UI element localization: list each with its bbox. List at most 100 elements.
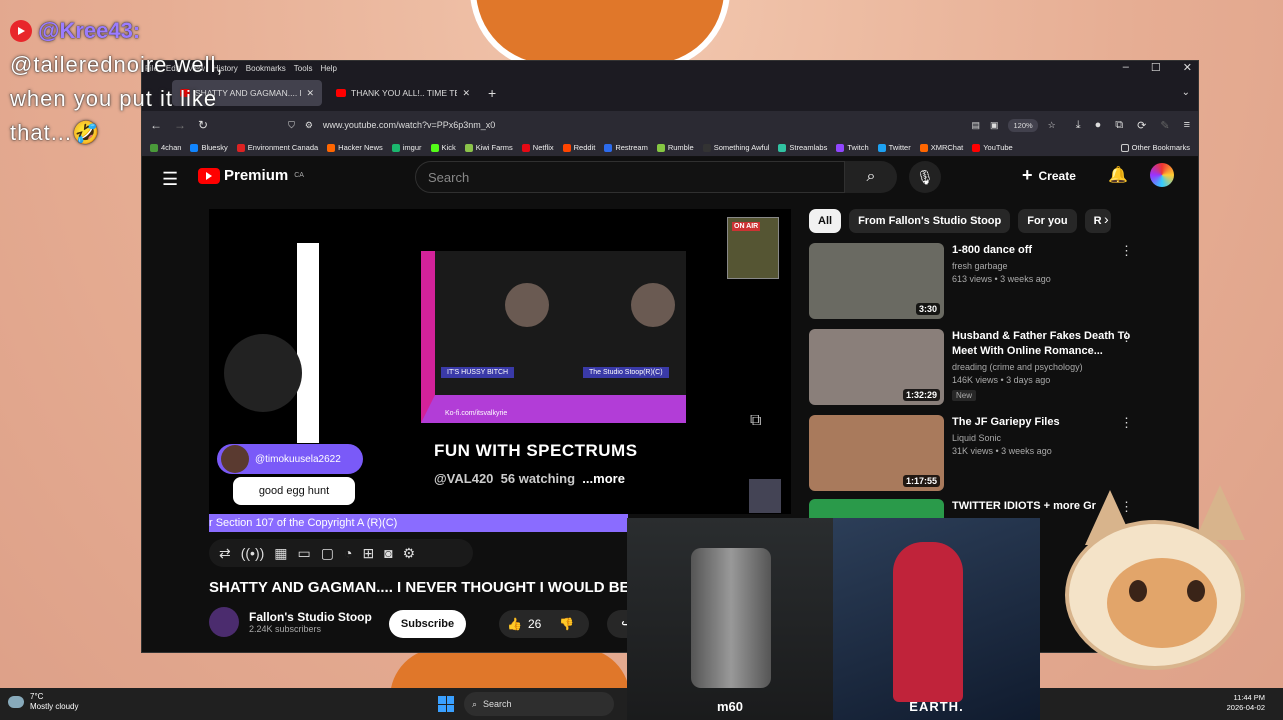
other-bookmarks[interactable]: Other Bookmarks — [1120, 143, 1190, 152]
more-options-icon[interactable]: ⋮ — [1120, 243, 1133, 259]
chip-for-you[interactable]: For you — [1018, 209, 1077, 233]
menu-tools[interactable]: Tools — [294, 64, 313, 73]
bookmark-item[interactable]: Kick — [430, 143, 456, 152]
bookmark-item[interactable]: Twitter — [877, 143, 911, 152]
chevron-down-icon[interactable]: ⌄ — [1182, 87, 1190, 98]
figure-image — [893, 542, 963, 702]
avatar[interactable] — [1150, 163, 1174, 187]
bookmark-item[interactable]: XMRChat — [919, 143, 963, 152]
video-graphic — [749, 479, 781, 513]
star-icon[interactable]: ☆ — [1048, 120, 1056, 131]
new-tab-button[interactable]: + — [488, 85, 496, 101]
trash-can-image — [691, 548, 771, 688]
pen-icon[interactable]: ✎ — [1160, 119, 1169, 132]
menu-icon[interactable]: ≡ — [1184, 119, 1190, 132]
video-player[interactable]: IT'S HUSSY BITCH The Studio Stoop(R)(C) … — [209, 209, 791, 514]
recommendation-title[interactable]: Husband & Father Fakes Death To Meet Wit… — [952, 329, 1139, 359]
menu-bookmarks[interactable]: Bookmarks — [246, 64, 286, 73]
more-options-icon[interactable]: ⋮ — [1120, 415, 1133, 431]
thumbs-up-icon[interactable]: 👍 — [507, 617, 522, 631]
permissions-icon[interactable]: ⚙ — [305, 120, 313, 131]
video-thumbnail[interactable]: 1:32:29 — [809, 329, 944, 405]
recommendation-item[interactable]: 1:32:29 Husband & Father Fakes Death To M… — [809, 329, 1139, 409]
url-text[interactable]: www.youtube.com/watch?v=PPx6p3nm_x0 — [323, 120, 962, 130]
create-button[interactable]: + Create — [1022, 165, 1076, 186]
channel-name[interactable]: Fallon's Studio Stoop — [249, 610, 372, 624]
search-input[interactable]: Search — [415, 161, 845, 193]
weather-widget[interactable]: 7°C Mostly cloudy — [8, 692, 78, 712]
channel-avatar[interactable] — [209, 607, 239, 637]
video-thumbnail[interactable]: 1:17:55 — [809, 415, 944, 491]
youtube-icon — [336, 89, 346, 97]
more-options-icon[interactable]: ⋮ — [1120, 329, 1133, 345]
extension-icon[interactable]: ● — [1095, 119, 1102, 132]
tab-title: THANK YOU ALL!.. TIME TELLS — [351, 88, 457, 98]
bookmark-item[interactable]: Netflix — [521, 143, 554, 152]
zoom-level[interactable]: 120% — [1008, 118, 1038, 132]
picture-in-picture-icon[interactable]: ⧉ — [750, 412, 761, 430]
recommendation-title[interactable]: The JF Gariepy Files — [952, 415, 1139, 430]
bookmark-item[interactable]: Reddit — [562, 143, 595, 152]
thumbs-down-icon[interactable]: 👎 — [559, 617, 574, 631]
search-icon[interactable]: ⌕ — [845, 161, 897, 193]
shield-icon[interactable]: ⛉ — [288, 120, 295, 131]
camera-icon[interactable]: ◙ — [384, 545, 392, 561]
address-bar[interactable]: ⛉ ⚙ www.youtube.com/watch?v=PPx6p3nm_x0 … — [280, 114, 1064, 136]
bookmark-item[interactable]: Streamlabs — [778, 143, 827, 152]
webcam-panel-right: EARTH. — [833, 518, 1040, 720]
video-thumbnail[interactable]: 3:30 — [809, 243, 944, 319]
frame-icon[interactable]: ▢ — [321, 545, 334, 562]
add-to-queue-icon[interactable]: ⊞ — [362, 545, 374, 562]
clapper-icon[interactable]: ▭ — [298, 545, 311, 562]
broadcast-icon[interactable]: ((•)) — [241, 545, 265, 561]
recommendation-channel[interactable]: fresh garbage — [952, 261, 1139, 271]
channel-handle: @VAL420 — [434, 471, 494, 486]
gear-icon[interactable]: ⚙ — [403, 545, 416, 562]
player-controls: ⇄ ((•)) ▦ ▭ ▢ ◔ ⊞ ◙ ⚙ — [209, 539, 473, 567]
recommendation-channel[interactable]: dreading (crime and psychology) — [952, 362, 1139, 372]
chip-all[interactable]: All — [809, 209, 842, 233]
subscribe-button[interactable]: Subscribe — [389, 610, 466, 638]
chevron-right-icon[interactable]: › — [1104, 211, 1109, 227]
bookmark-item[interactable]: imgur — [391, 143, 422, 152]
bookmark-item[interactable]: Kiwi Farms — [464, 143, 513, 152]
bookmark-item[interactable]: Twitch — [836, 143, 869, 152]
sync-icon[interactable]: ⟳ — [1137, 119, 1146, 132]
queue-icon[interactable]: ▦ — [274, 545, 287, 562]
reader-view-icon[interactable]: ▤ — [971, 120, 980, 131]
close-tab-icon[interactable]: ✕ — [306, 88, 314, 99]
bookmark-favicon-icon — [702, 143, 711, 152]
close-icon[interactable]: ✕ — [1183, 61, 1192, 74]
bookmark-item[interactable]: Hacker News — [327, 143, 383, 152]
windows-start-icon[interactable] — [438, 696, 454, 712]
channel-info: Fallon's Studio Stoop 2.24K subscribers — [209, 607, 372, 637]
recommendation-item[interactable]: 3:30 1-800 dance off fresh garbage 613 view… — [809, 243, 1139, 323]
chat-user-row: @Kree43: — [10, 14, 250, 48]
nav-bar: ← → ↻ ⛉ ⚙ www.youtube.com/watch?v=PPx6p3… — [142, 111, 1198, 139]
microphone-icon[interactable]: 🎙 — [909, 161, 941, 193]
recommendation-channel[interactable]: Liquid Sonic — [952, 433, 1139, 443]
hamburger-menu-icon[interactable]: ☰ — [162, 169, 178, 190]
chip-from-channel[interactable]: From Fallon's Studio Stoop — [849, 209, 1011, 233]
speed-icon[interactable]: ◔ — [344, 545, 352, 561]
loop-icon[interactable]: ⇄ — [219, 545, 231, 562]
temperature: 7°C — [30, 692, 44, 701]
tab-thank-you[interactable]: THANK YOU ALL!.. TIME TELLS ✕ — [328, 80, 478, 106]
maximize-icon[interactable]: ☐ — [1151, 61, 1161, 74]
bookmark-item[interactable]: Something Awful — [702, 143, 769, 152]
minimize-icon[interactable]: – — [1123, 61, 1129, 74]
screenshot-icon[interactable]: ▣ — [990, 120, 999, 131]
bookmark-item[interactable]: Restream — [604, 143, 648, 152]
recommendation-title[interactable]: 1-800 dance off — [952, 243, 1139, 258]
bookmark-label: Hacker News — [338, 143, 383, 152]
more-link[interactable]: ...more — [582, 471, 625, 486]
download-icon[interactable]: ⤓ — [1076, 119, 1081, 132]
taskbar-search[interactable]: ⌕ Search — [464, 692, 614, 716]
menu-help[interactable]: Help — [320, 64, 336, 73]
youtube-logo[interactable]: Premium CA — [198, 167, 304, 184]
bell-icon[interactable]: 🔔 — [1108, 165, 1128, 185]
bookmark-item[interactable]: YouTube — [972, 143, 1013, 152]
bookmark-item[interactable]: Rumble — [656, 143, 694, 152]
close-tab-icon[interactable]: ✕ — [462, 88, 470, 99]
puzzle-icon[interactable]: ⧉ — [1115, 119, 1123, 132]
